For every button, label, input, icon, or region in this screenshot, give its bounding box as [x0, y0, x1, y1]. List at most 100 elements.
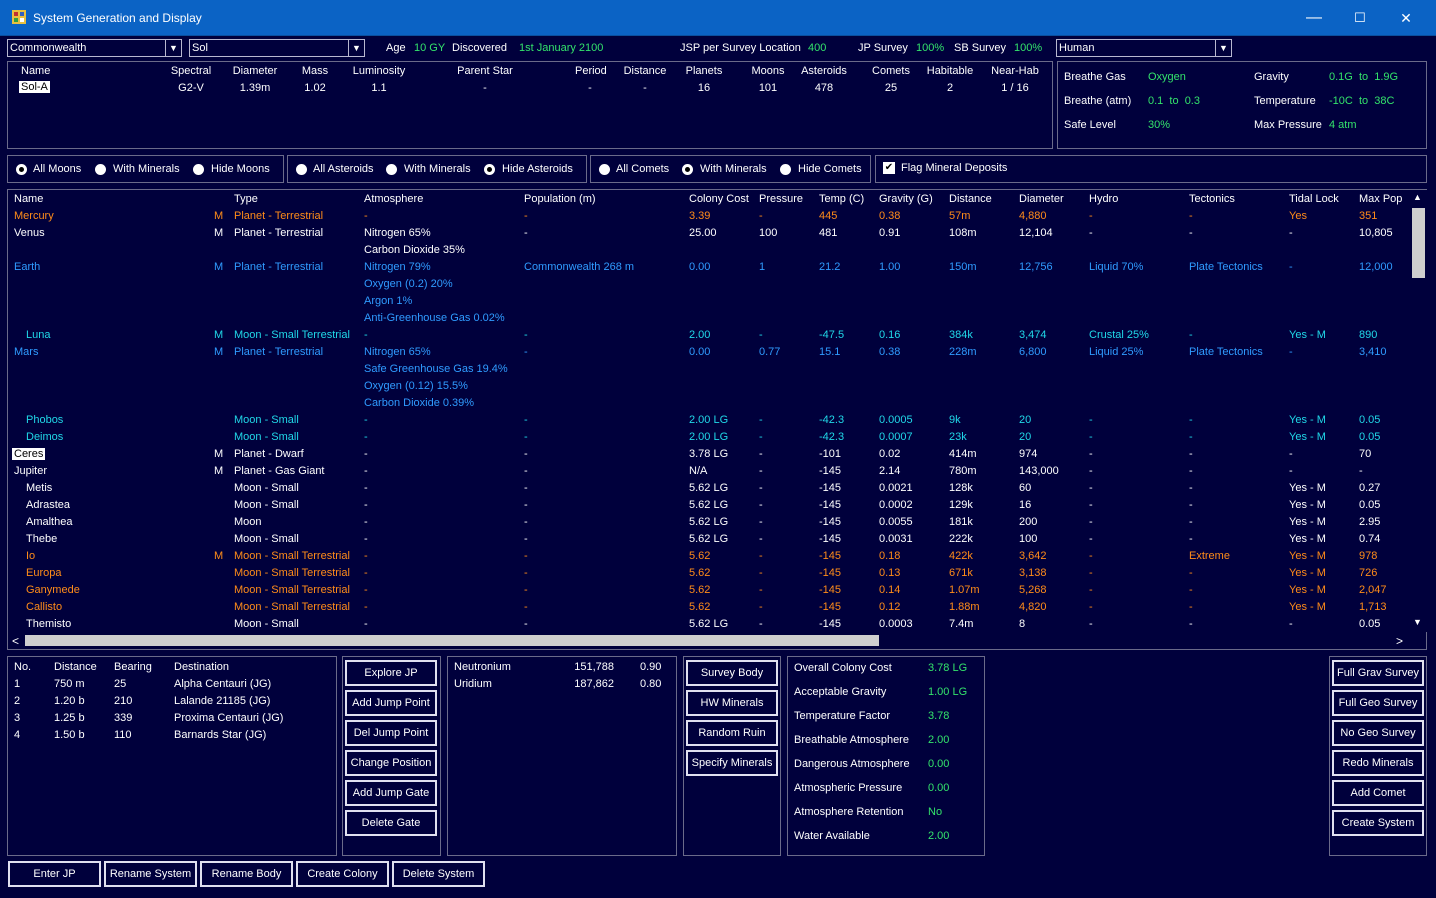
jp-del-jump-point-button[interactable]: Del Jump Point [344, 719, 438, 747]
jump-point-column-header: No. [14, 661, 32, 673]
minimize-button[interactable]: — [1291, 0, 1337, 36]
colony-cost-value: 2.00 [928, 830, 950, 842]
table-row[interactable]: Thebe Moon - Small - - 5.62 LG - -145 0.0031 222… [8, 533, 1410, 550]
list-item[interactable]: 3 1.25 b 339 Proxima Centauri (JG) [8, 712, 336, 729]
star-name-cell[interactable]: Sol-A [19, 81, 50, 93]
table-row[interactable]: Phobos Moon - Small - - 2.00 LG - -42.3 0.0005 9… [8, 414, 1410, 431]
star-column-header: Period [575, 65, 607, 77]
table-row[interactable]: Mars M Planet - Terrestrial Nitrogen 65% Saf… [8, 346, 1410, 414]
table-row[interactable]: Europa Moon - Small Terrestrial - - 5.62 - -14… [8, 567, 1410, 584]
survey-random-ruin-button[interactable]: Random Ruin [685, 719, 779, 747]
maximize-button[interactable]: ☐ [1337, 0, 1383, 36]
body-name-cell: Ganymede [26, 584, 80, 596]
asteroids-with-minerals-radio[interactable] [386, 164, 397, 175]
atmosphere-cell: Argon 1% [364, 295, 413, 307]
atmosphere-cell: - [364, 533, 368, 545]
jp-add-jump-point-button[interactable]: Add Jump Point [344, 689, 438, 717]
survey-specify-minerals-button[interactable]: Specify Minerals [685, 749, 779, 777]
table-row[interactable]: Deimos Moon - Small - - 2.00 LG - -42.3 0.0007 2… [8, 431, 1410, 448]
horizontal-scroll-thumb[interactable] [25, 635, 879, 646]
survey-hw-minerals-button[interactable]: HW Minerals [685, 689, 779, 717]
jp-explore-jp-button[interactable]: Explore JP [344, 659, 438, 687]
species-select[interactable]: Human ▼ [1056, 39, 1232, 57]
close-button[interactable]: ✕ [1383, 0, 1429, 36]
hide-moons-radio[interactable] [193, 164, 204, 175]
body-type-cell: Planet - Terrestrial [234, 261, 324, 273]
species-panel: Breathe Gas Oxygen Gravity 0.1G to 1.9G … [1057, 61, 1427, 149]
body-table-horizontal-scrollbar[interactable]: < > [8, 632, 1410, 649]
jp-delete-gate-button[interactable]: Delete Gate [344, 809, 438, 837]
all-moons-radio[interactable] [16, 164, 27, 175]
app-icon [12, 10, 26, 24]
jp-add-jump-gate-button[interactable]: Add Jump Gate [344, 779, 438, 807]
body-type-cell: Moon - Small [234, 533, 299, 545]
table-row[interactable]: Adrastea Moon - Small - - 5.62 LG - -145 0.0002… [8, 499, 1410, 516]
body-type-cell: Planet - Terrestrial [234, 227, 324, 239]
system-select[interactable]: Sol ▼ [189, 39, 365, 57]
jp-change-position-button[interactable]: Change Position [344, 749, 438, 777]
system-full-geo-survey-button[interactable]: Full Geo Survey [1331, 689, 1425, 717]
all-asteroids-radio[interactable] [296, 164, 307, 175]
rename-system-button[interactable]: Rename System [103, 860, 198, 888]
colony-cost-row: Dangerous Atmosphere 0.00 [788, 758, 984, 775]
body-table-vertical-scrollbar[interactable]: ▲ ▼ [1410, 190, 1427, 632]
create-colony-button[interactable]: Create Colony [295, 860, 390, 888]
system-select-value: Sol [192, 42, 208, 54]
table-row[interactable]: Ganymede Moon - Small Terrestrial - - 5.62 - -… [8, 584, 1410, 601]
maxpop-cell: 0.05 [1359, 499, 1381, 511]
max-pressure-label: Max Pressure [1254, 119, 1322, 131]
system-create-system-button[interactable]: Create System [1331, 809, 1425, 837]
table-row[interactable]: Callisto Moon - Small Terrestrial - - 5.62 - -… [8, 601, 1410, 618]
table-row[interactable]: Themisto Moon - Small - - 5.62 LG - -145 0.0003… [8, 618, 1410, 632]
vertical-scroll-thumb[interactable] [1412, 208, 1425, 278]
jump-point-cell: Proxima Centauri (JG) [174, 712, 284, 724]
grav-cell: 0.0002 [879, 499, 913, 511]
grav-cell: 0.0021 [879, 482, 913, 494]
body-name-cell[interactable]: Ceres [12, 448, 46, 460]
list-item[interactable]: 1 750 m 25 Alpha Centauri (JG) [8, 678, 336, 695]
diam-cell: 3,474 [1019, 329, 1047, 341]
scroll-up-icon[interactable]: ▲ [1413, 192, 1422, 202]
table-row[interactable]: Venus M Planet - Terrestrial Nitrogen 65% Ca… [8, 227, 1410, 261]
race-select[interactable]: Commonwealth ▼ [7, 39, 182, 57]
list-item[interactable]: 4 1.50 b 110 Barnards Star (JG) [8, 729, 336, 746]
diam-cell: 60 [1019, 482, 1032, 494]
press-cell: - [759, 465, 763, 477]
system-full-grav-survey-button[interactable]: Full Grav Survey [1331, 659, 1425, 687]
system-add-comet-button[interactable]: Add Comet [1331, 779, 1425, 807]
jump-point-cell: 1.25 b [54, 712, 85, 724]
hide-comets-radio[interactable] [780, 164, 791, 175]
dist-cell: 414m [949, 448, 977, 460]
table-row[interactable]: Ceres M Planet - Dwarf - - 3.78 LG - -101 0.02 41… [8, 448, 1410, 465]
delete-system-button[interactable]: Delete System [391, 860, 486, 888]
table-row[interactable]: Earth M Planet - Terrestrial Nitrogen 79% Ox… [8, 261, 1410, 329]
comets-with-minerals-radio[interactable] [682, 164, 693, 175]
atmosphere-cell: - [364, 482, 368, 494]
table-row[interactable]: Mercury M Planet - Terrestrial - - 3.39 - 445 0.… [8, 210, 1410, 227]
enter-jp-button[interactable]: Enter JP [7, 860, 102, 888]
body-name-cell: Thebe [26, 533, 58, 545]
table-row[interactable]: Luna M Moon - Small Terrestrial - - 2.00 - -47.… [8, 329, 1410, 346]
press-cell: 0.77 [759, 346, 781, 358]
rename-body-button[interactable]: Rename Body [199, 860, 294, 888]
flag-minerals-checkbox[interactable]: ✔ [883, 162, 895, 174]
moons-with-minerals-radio[interactable] [95, 164, 106, 175]
scroll-right-icon[interactable]: > [1396, 634, 1403, 648]
table-row[interactable]: Io M Moon - Small Terrestrial - - 5.62 - -145 0.… [8, 550, 1410, 567]
tect-cell: Plate Tectonics [1189, 261, 1263, 273]
all-comets-radio[interactable] [599, 164, 610, 175]
table-row[interactable]: Metis Moon - Small - - 5.62 LG - -145 0.0021 128… [8, 482, 1410, 499]
max-pressure-value: 4 atm [1329, 119, 1357, 131]
system-no-geo-survey-button[interactable]: No Geo Survey [1331, 719, 1425, 747]
scroll-down-icon[interactable]: ▼ [1413, 617, 1422, 627]
survey-survey-body-button[interactable]: Survey Body [685, 659, 779, 687]
hide-asteroids-radio[interactable] [484, 164, 495, 175]
tidal-cell: Yes - M [1289, 431, 1326, 443]
scroll-left-icon[interactable]: < [12, 634, 19, 648]
table-row[interactable]: Jupiter M Planet - Gas Giant - - N/A - -145 2.14… [8, 465, 1410, 482]
hydro-cell: Crustal 25% [1089, 329, 1149, 341]
system-redo-minerals-button[interactable]: Redo Minerals [1331, 749, 1425, 777]
pop-cell: - [524, 499, 528, 511]
table-row[interactable]: Amalthea Moon - - 5.62 LG - -145 0.0055 181k 200 -… [8, 516, 1410, 533]
list-item[interactable]: 2 1.20 b 210 Lalande 21185 (JG) [8, 695, 336, 712]
